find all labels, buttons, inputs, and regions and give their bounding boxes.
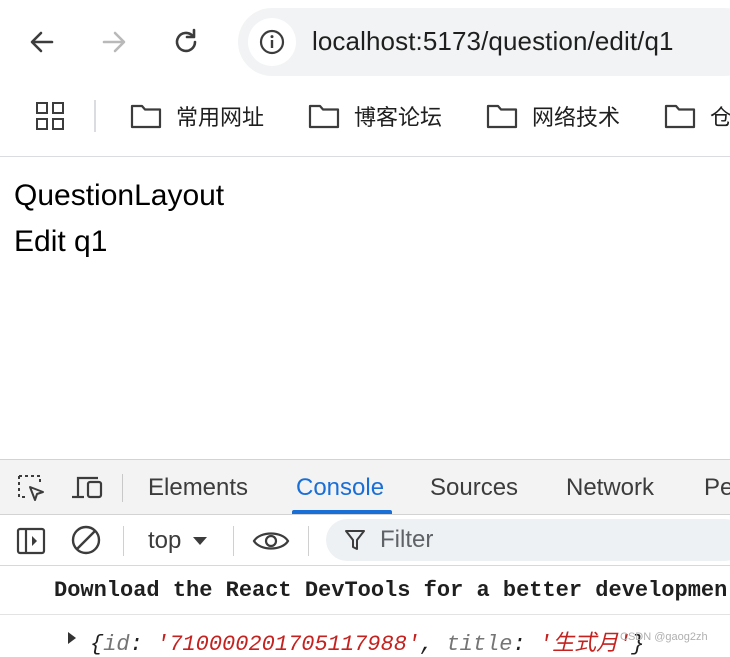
arrow-left-icon bbox=[30, 31, 54, 53]
toolbar-border bbox=[0, 156, 730, 157]
watermark: CSDN @gaog2zh bbox=[620, 631, 708, 643]
toolbar-separator bbox=[123, 526, 124, 556]
tab-console[interactable]: Console bbox=[296, 474, 384, 502]
context-label: top bbox=[148, 527, 182, 554]
tab-network[interactable]: Network bbox=[566, 474, 654, 502]
bookmark-label: 仓 bbox=[710, 105, 730, 130]
dropdown-arrow-icon bbox=[193, 537, 208, 545]
console-message: Download the React DevTools for a better… bbox=[0, 566, 730, 615]
bookmark-label: 网络技术 bbox=[532, 105, 621, 130]
eye-icon[interactable] bbox=[252, 528, 290, 559]
filter-box[interactable] bbox=[326, 519, 730, 561]
address-bar[interactable]: localhost:5173/question/edit/q1 bbox=[238, 8, 730, 76]
folder-icon bbox=[308, 104, 340, 129]
console-message-text: Download the React DevTools for a better… bbox=[54, 578, 728, 603]
tab-elements[interactable]: Elements bbox=[148, 474, 248, 502]
separator: , bbox=[420, 632, 447, 657]
colon: : bbox=[512, 632, 539, 657]
object-key-title: title bbox=[446, 632, 513, 657]
bookmark-folder-boke[interactable]: 博客论坛 bbox=[308, 98, 442, 134]
object-preview: {id: '710000201705117988', title: '生式月'} bbox=[90, 625, 645, 657]
filter-input[interactable] bbox=[380, 526, 680, 554]
expand-arrow-icon[interactable] bbox=[68, 632, 76, 644]
filter-icon bbox=[344, 528, 366, 552]
info-icon bbox=[259, 29, 285, 55]
bookmark-label: 常用网址 bbox=[176, 105, 265, 130]
device-toolbar-icon[interactable] bbox=[70, 473, 104, 508]
bookmark-folder-cang[interactable]: 仓 bbox=[664, 98, 730, 134]
toolbar-separator bbox=[308, 526, 309, 556]
reload-icon bbox=[175, 28, 197, 53]
bookmarks-divider bbox=[94, 100, 96, 132]
tab-sources[interactable]: Sources bbox=[430, 474, 518, 502]
object-value-id: '710000201705117988' bbox=[156, 632, 421, 657]
reload-button[interactable] bbox=[170, 26, 202, 58]
inspect-element-icon[interactable] bbox=[16, 473, 46, 508]
apps-grid-icon[interactable] bbox=[36, 102, 64, 130]
edit-text: Edit q1 bbox=[14, 225, 108, 258]
object-key-id: id bbox=[103, 632, 130, 657]
clear-console-icon[interactable] bbox=[70, 524, 102, 561]
arrow-right-icon bbox=[102, 31, 126, 53]
colon: : bbox=[129, 632, 157, 657]
bookmark-folder-changyong[interactable]: 常用网址 bbox=[130, 98, 264, 134]
active-tab-indicator bbox=[292, 510, 392, 514]
bookmark-label: 博客论坛 bbox=[354, 105, 443, 130]
bookmark-folder-wangluo[interactable]: 网络技术 bbox=[486, 98, 620, 134]
url-text[interactable]: localhost:5173/question/edit/q1 bbox=[312, 26, 674, 57]
brace-open: { bbox=[90, 632, 104, 657]
tab-performance[interactable]: Pe bbox=[704, 474, 730, 502]
context-selector[interactable]: top bbox=[148, 526, 211, 556]
folder-icon bbox=[130, 104, 162, 129]
folder-icon bbox=[664, 104, 696, 129]
tab-separator bbox=[122, 474, 123, 502]
layout-title: QuestionLayout bbox=[14, 179, 225, 212]
sidebar-toggle-icon[interactable] bbox=[16, 526, 46, 561]
site-info-button[interactable] bbox=[248, 18, 296, 66]
forward-button[interactable] bbox=[98, 26, 130, 58]
back-button[interactable] bbox=[26, 26, 58, 58]
object-value-title: '生式月' bbox=[538, 632, 632, 657]
folder-icon bbox=[486, 104, 518, 129]
toolbar-separator bbox=[233, 526, 234, 556]
